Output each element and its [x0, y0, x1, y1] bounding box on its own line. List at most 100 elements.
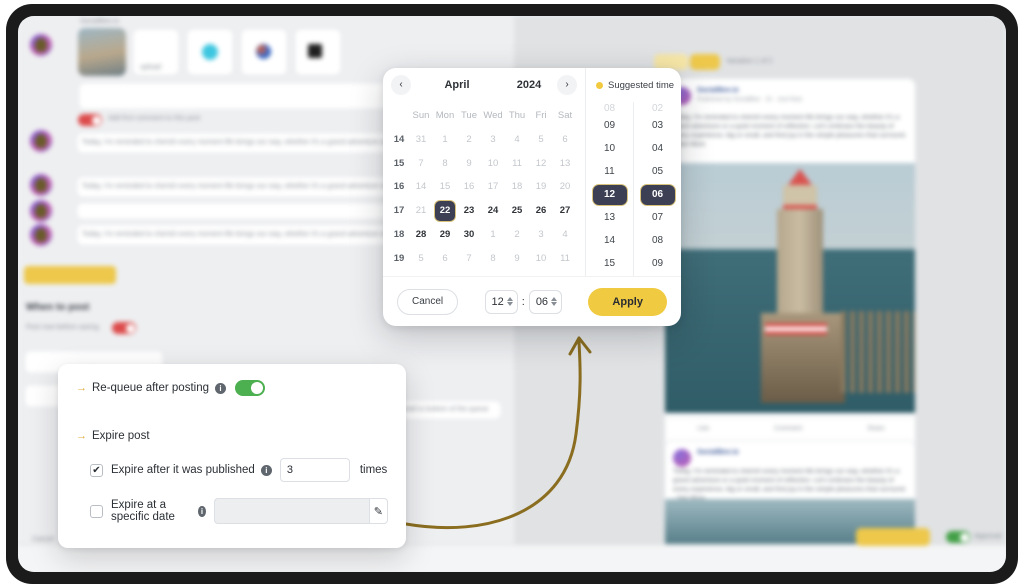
suggested-time-pane: Suggested time 08 09 10 11 12 13 14 15 02 03 04 05… [585, 68, 681, 276]
calendar-day[interactable]: 1 [435, 130, 455, 150]
expire-after-published-checkbox[interactable]: ✔ [90, 463, 103, 477]
calendar-day[interactable]: 23 [459, 201, 479, 221]
cancel-button[interactable]: Cancel [397, 288, 459, 315]
hour-stepper[interactable]: 12 [484, 289, 518, 314]
calendar-day[interactable]: 11 [507, 153, 527, 173]
edit-date-icon[interactable]: ✎ [368, 498, 388, 524]
week-number: 15 [393, 157, 405, 169]
minute-value: 06 [535, 295, 549, 308]
calendar-day[interactable]: 6 [435, 248, 455, 268]
calendar-day[interactable]: 5 [411, 248, 431, 268]
hour-option[interactable]: 15 [593, 254, 627, 274]
expire-after-published-row: ✔ Expire after it was published i times [90, 458, 388, 482]
week-number: 16 [393, 181, 405, 193]
minute-column[interactable]: 02 03 04 05 06 07 08 09 [633, 102, 681, 276]
week-number: 14 [393, 134, 405, 146]
calendar-day[interactable]: 1 [483, 224, 503, 244]
minute-spinner-arrows-icon[interactable] [551, 297, 558, 306]
expire-post-heading-row: → Expire post [76, 430, 388, 442]
calendar-day[interactable]: 5 [531, 130, 551, 150]
hour-option[interactable]: 14 [593, 231, 627, 251]
calendar-year-label: 2024 [516, 79, 542, 91]
weekday-header: Sun [412, 110, 430, 122]
minute-option[interactable]: 03 [641, 116, 675, 136]
calendar-day[interactable]: 7 [459, 248, 479, 268]
calendar-day[interactable]: 25 [507, 201, 527, 221]
calendar-day[interactable]: 14 [411, 177, 431, 197]
expire-after-published-info-icon[interactable]: i [260, 464, 272, 476]
requeue-info-icon[interactable]: i [215, 382, 226, 394]
calendar-day[interactable]: 9 [507, 248, 527, 268]
minute-option-selected[interactable]: 06 [640, 185, 675, 205]
calendar-day[interactable]: 17 [483, 177, 503, 197]
calendar-month-label: April [444, 79, 470, 91]
week-number: 19 [393, 252, 405, 264]
hour-option[interactable]: 11 [593, 162, 627, 182]
annotation-arrow [404, 336, 592, 530]
requeue-label: Re-queue after posting [92, 382, 209, 394]
hour-option[interactable]: 10 [593, 139, 627, 159]
calendar-day[interactable]: 2 [459, 130, 479, 150]
calendar-day[interactable]: 6 [555, 130, 575, 150]
minute-option[interactable]: 02 [641, 104, 675, 113]
calendar-day[interactable]: 10 [483, 153, 503, 173]
expire-times-unit: times [359, 464, 388, 476]
calendar-day[interactable]: 11 [555, 248, 575, 268]
apply-button[interactable]: Apply [588, 287, 667, 316]
calendar-day[interactable]: 13 [555, 153, 575, 173]
hour-column[interactable]: 08 09 10 11 12 13 14 15 [586, 102, 633, 276]
foreground-layer: ‹ April 2024 › Sun Mon Tue Wed Thu Fri Sat 14 31… [18, 16, 1006, 572]
expire-times-input[interactable] [279, 458, 350, 482]
hour-option[interactable]: 08 [593, 104, 627, 113]
weekday-header: Sat [557, 110, 573, 122]
calendar-day[interactable]: 15 [435, 177, 455, 197]
expire-specific-date-info-icon[interactable]: i [198, 505, 206, 517]
prev-month-button[interactable]: ‹ [391, 75, 411, 95]
calendar-day[interactable]: 3 [531, 224, 551, 244]
calendar-pane: ‹ April 2024 › Sun Mon Tue Wed Thu Fri Sat 14 31… [383, 68, 585, 276]
calendar-day[interactable]: 20 [555, 177, 575, 197]
next-month-button[interactable]: › [557, 75, 577, 95]
calendar-day[interactable]: 16 [459, 177, 479, 197]
expire-specific-date-input[interactable] [213, 498, 369, 524]
calendar-day[interactable]: 7 [411, 153, 431, 173]
calendar-day[interactable]: 24 [483, 201, 503, 221]
calendar-day[interactable]: 31 [411, 130, 431, 150]
calendar-day[interactable]: 27 [555, 201, 575, 221]
calendar-day[interactable]: 8 [483, 248, 503, 268]
minute-option[interactable]: 08 [641, 231, 675, 251]
expire-post-arrow-icon: → [76, 430, 87, 442]
calendar-day[interactable]: 21 [411, 201, 431, 221]
requeue-row: → Re-queue after posting i [76, 380, 388, 396]
calendar-day[interactable]: 8 [435, 153, 455, 173]
calendar-day[interactable]: 3 [483, 130, 503, 150]
requeue-toggle[interactable] [235, 380, 265, 396]
calendar-day[interactable]: 10 [531, 248, 551, 268]
minute-option[interactable]: 04 [641, 139, 675, 159]
hour-option[interactable]: 09 [593, 116, 627, 136]
calendar-day[interactable]: 2 [507, 224, 527, 244]
expire-specific-date-checkbox[interactable] [90, 504, 103, 518]
minute-option[interactable]: 09 [641, 254, 675, 274]
minute-option[interactable]: 07 [641, 208, 675, 228]
weekday-header: Thu [508, 110, 526, 122]
calendar-day[interactable]: 26 [531, 201, 551, 221]
hour-option-selected[interactable]: 12 [592, 185, 627, 205]
calendar-day[interactable]: 18 [507, 177, 527, 197]
weekday-header: Wed [483, 110, 503, 122]
calendar-day[interactable]: 4 [507, 130, 527, 150]
calendar-day[interactable]: 19 [531, 177, 551, 197]
calendar-day[interactable]: 9 [459, 153, 479, 173]
calendar-day[interactable]: 30 [459, 224, 479, 244]
calendar-day-selected[interactable]: 22 [435, 200, 455, 221]
calendar-day[interactable]: 29 [435, 224, 455, 244]
calendar-day[interactable]: 4 [555, 224, 575, 244]
calendar-day[interactable]: 12 [531, 153, 551, 173]
minute-option[interactable]: 05 [641, 162, 675, 182]
expire-after-published-label: Expire after it was published [111, 464, 255, 476]
hour-option[interactable]: 13 [593, 208, 627, 228]
calendar-day[interactable]: 28 [411, 224, 431, 244]
minute-stepper[interactable]: 06 [528, 289, 563, 314]
hour-spinner-arrows-icon[interactable] [506, 297, 513, 306]
week-number: 17 [393, 205, 405, 217]
